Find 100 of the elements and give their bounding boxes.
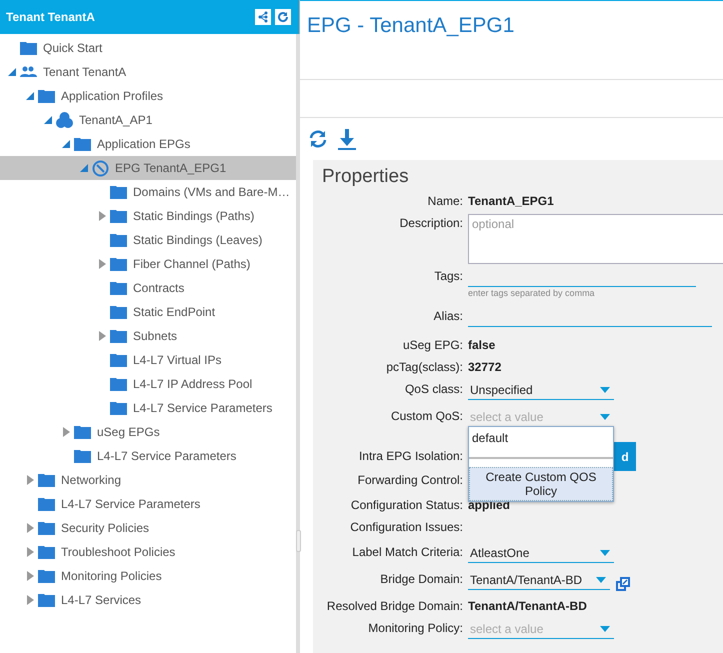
field-label: Description: — [398, 215, 463, 232]
resize-handle[interactable] — [296, 530, 301, 552]
folder-icon — [110, 185, 127, 199]
tree-item[interactable]: Subnets — [0, 324, 296, 348]
folder-icon — [110, 353, 127, 367]
tree-item[interactable]: L4-L7 Service Parameters — [0, 444, 296, 468]
expanded-arrow-icon[interactable] — [44, 116, 52, 124]
download-icon[interactable] — [338, 128, 356, 150]
field-value: 32772 — [468, 359, 502, 376]
folder-icon — [38, 521, 55, 535]
field-label: Configuration Issues: — [349, 519, 463, 536]
tree-item[interactable]: Contracts — [0, 276, 296, 300]
folder-icon — [74, 425, 91, 439]
sidebar-title: Tenant TenantA — [6, 10, 95, 24]
expanded-arrow-icon[interactable] — [26, 92, 34, 100]
expanded-arrow-icon[interactable] — [62, 140, 70, 148]
folder-icon — [38, 569, 55, 583]
tree-item[interactable]: Security Policies — [0, 516, 296, 540]
collapsed-arrow-icon[interactable] — [26, 595, 34, 605]
tree-item[interactable]: Application Profiles — [0, 84, 296, 108]
collapsed-arrow-icon[interactable] — [26, 547, 34, 557]
field-label: Bridge Domain: — [379, 571, 463, 588]
folder-icon — [110, 209, 127, 223]
collapsed-arrow-icon[interactable] — [62, 427, 70, 437]
tree-item[interactable]: Static EndPoint — [0, 300, 296, 324]
field-label: uSeg EPG: — [402, 337, 463, 354]
field-label: Intra EPG Isolation: — [358, 449, 463, 463]
tree-item[interactable]: L4-L7 Services — [0, 588, 296, 612]
field-value: TenantA_EPG1 — [468, 193, 554, 210]
tree-item[interactable]: L4-L7 Service Parameters — [0, 396, 296, 420]
folder-icon — [38, 473, 55, 487]
folder-icon — [38, 593, 55, 607]
tree-item[interactable]: Monitoring Policies — [0, 564, 296, 588]
select-field[interactable]: Unspecified — [468, 380, 614, 400]
field-label: Label Match Criteria: — [351, 544, 463, 561]
collapsed-arrow-icon[interactable] — [98, 211, 106, 221]
isolation-button[interactable]: d — [614, 442, 636, 471]
tree-item[interactable]: EPG TenantA_EPG1 — [0, 156, 296, 180]
collapsed-arrow-icon[interactable] — [98, 259, 106, 269]
tree-item[interactable]: Networking — [0, 468, 296, 492]
section-title: Properties — [322, 166, 410, 188]
epg-icon — [92, 160, 109, 176]
folder-icon — [110, 329, 127, 343]
expanded-arrow-icon[interactable] — [80, 164, 88, 172]
tree-item[interactable]: Fiber Channel (Paths) — [0, 252, 296, 276]
folder-icon — [110, 281, 127, 295]
collapsed-arrow-icon[interactable] — [98, 331, 106, 341]
caret-icon[interactable] — [600, 386, 610, 392]
select-field[interactable]: AtleastOne — [468, 543, 614, 563]
tree-item[interactable]: Tenant TenantA — [0, 60, 296, 84]
field-value: TenantA/TenantA-BD — [468, 598, 587, 615]
menu-option[interactable]: default — [469, 427, 613, 459]
field-label: Alias: — [432, 308, 463, 325]
collapsed-arrow-icon[interactable] — [26, 571, 34, 581]
tree-item[interactable]: TenantA_AP1 — [0, 108, 296, 132]
tree-item[interactable]: L4-L7 IP Address Pool — [0, 372, 296, 396]
field-value: false — [468, 337, 496, 354]
tree-item[interactable]: Domains (VMs and Bare-M… — [0, 180, 296, 204]
tree-item[interactable]: Troubleshoot Policies — [0, 540, 296, 564]
folder-icon — [110, 233, 127, 247]
caret-icon[interactable] — [600, 414, 610, 420]
collapsed-arrow-icon[interactable] — [26, 523, 34, 533]
tree-item[interactable]: Static Bindings (Paths) — [0, 204, 296, 228]
tree-item[interactable]: Quick Start — [0, 36, 296, 60]
field-hint: enter tags separated by comma — [468, 288, 596, 298]
folder-icon — [38, 545, 55, 559]
folder-icon — [110, 401, 127, 415]
circles-icon — [56, 112, 73, 128]
field-label: Forwarding Control: — [356, 472, 463, 489]
folder-icon — [110, 305, 127, 319]
folder-icon — [74, 137, 91, 151]
tree-item[interactable]: L4-L7 Service Parameters — [0, 492, 296, 516]
tree-item[interactable]: L4-L7 Virtual IPs — [0, 348, 296, 372]
field-label: Monitoring Policy: — [367, 620, 463, 637]
field-label: Custom QoS: — [390, 408, 463, 425]
field-label: QoS class: — [404, 381, 463, 398]
field-label: Tags: — [433, 268, 463, 285]
folder-icon — [38, 89, 55, 103]
folder-icon — [74, 449, 91, 463]
tree-item[interactable]: Application EPGs — [0, 132, 296, 156]
field-label: Configuration Status: — [350, 497, 463, 514]
collapsed-arrow-icon[interactable] — [26, 475, 34, 485]
caret-icon[interactable] — [596, 576, 606, 582]
caret-icon[interactable] — [600, 550, 610, 556]
folder-icon — [20, 41, 37, 55]
field-label: pcTag(sclass): — [385, 359, 463, 376]
field-label: Resolved Bridge Domain: — [326, 598, 463, 615]
select-field[interactable]: TenantA/TenantA-BD — [468, 570, 610, 590]
share-icon[interactable] — [255, 9, 271, 25]
refresh-icon[interactable] — [308, 129, 328, 149]
refresh-icon[interactable] — [275, 9, 291, 25]
folder-icon — [110, 257, 127, 271]
page-title: EPG - TenantA_EPG1 — [307, 14, 516, 38]
expanded-arrow-icon[interactable] — [8, 68, 16, 76]
field-label: Name: — [426, 193, 463, 210]
folder-icon — [38, 497, 55, 511]
caret-icon[interactable] — [600, 626, 610, 632]
users-icon — [20, 66, 37, 78]
tree-item[interactable]: Static Bindings (Leaves) — [0, 228, 296, 252]
tree-item[interactable]: uSeg EPGs — [0, 420, 296, 444]
